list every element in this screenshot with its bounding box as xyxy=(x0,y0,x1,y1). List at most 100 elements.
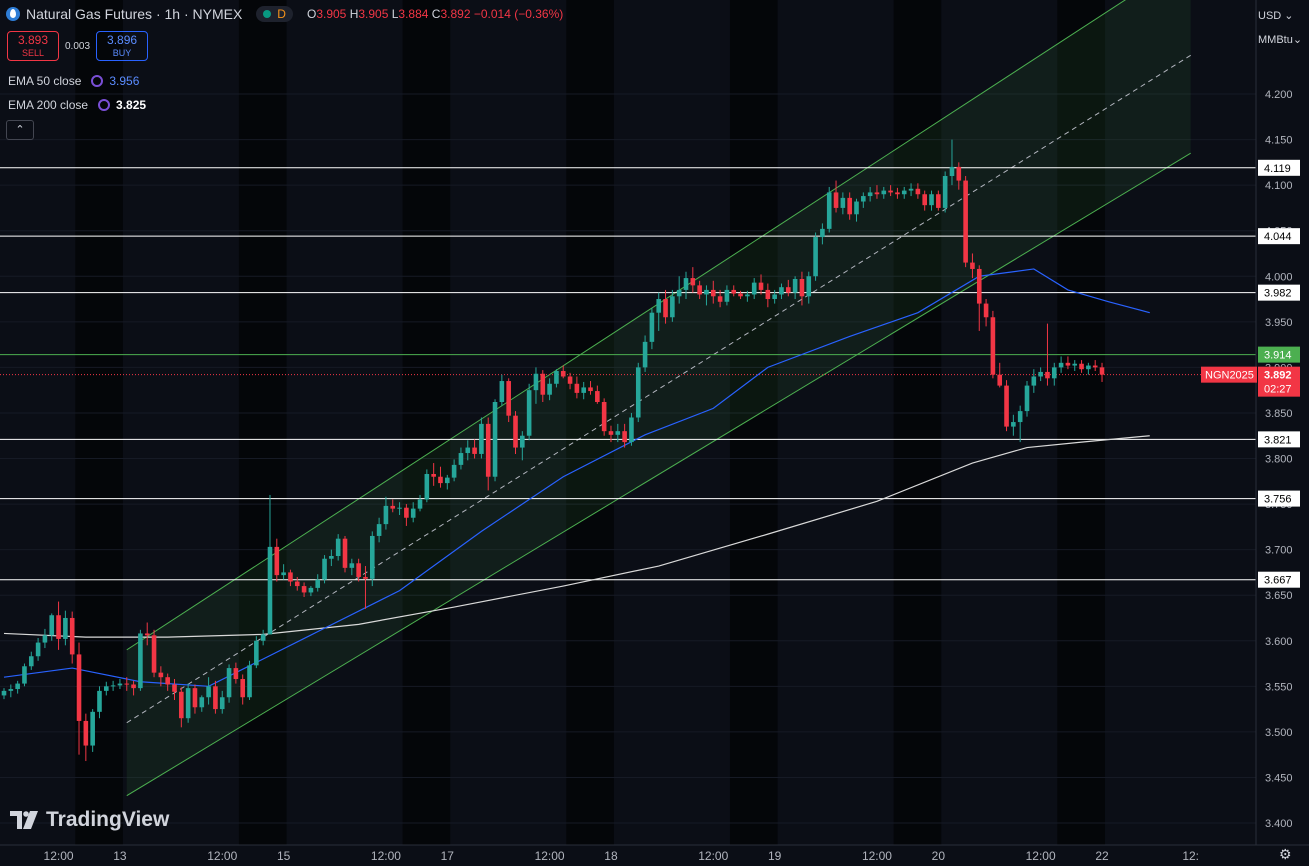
candle-body xyxy=(1024,385,1030,412)
buy-button[interactable]: 3.896 BUY xyxy=(96,31,149,61)
candle-body xyxy=(424,473,430,500)
candle-body xyxy=(847,197,852,215)
candle-body xyxy=(445,477,450,484)
sell-label: SELL xyxy=(21,48,45,58)
y-tick-label: 4.000 xyxy=(1265,271,1293,283)
candle-body xyxy=(342,538,348,568)
loading-icon xyxy=(91,75,104,87)
price-chart[interactable]: 3.4003.4503.5003.5503.6003.6503.7003.750… xyxy=(0,0,1309,866)
candle-body xyxy=(813,237,818,277)
y-tick-label: 3.650 xyxy=(1265,590,1293,602)
candle-body xyxy=(35,642,41,657)
candle-body xyxy=(772,294,777,300)
level-label: 3.756 xyxy=(1264,494,1292,506)
market-status[interactable]: D xyxy=(256,6,293,22)
x-tick-label: 12:00 xyxy=(1026,849,1056,863)
candle-body xyxy=(547,383,552,395)
y-tick-label: 3.950 xyxy=(1265,317,1293,329)
candle-body xyxy=(554,371,559,384)
candle-body xyxy=(104,686,109,691)
candle-body xyxy=(301,586,307,593)
candle-body xyxy=(281,572,286,576)
currency-select[interactable]: USD ⌄ xyxy=(1258,9,1308,22)
y-tick-label: 4.200 xyxy=(1265,89,1293,101)
candle-body xyxy=(158,672,164,678)
symbol-title[interactable]: Natural Gas Futures · 1h · NYMEX xyxy=(26,6,242,22)
candle-body xyxy=(915,188,921,195)
x-tick-label: 12:00 xyxy=(535,849,565,863)
x-tick-label: 22 xyxy=(1095,849,1109,863)
candle-body xyxy=(765,289,771,300)
sell-button[interactable]: 3.893 SELL xyxy=(7,31,59,61)
x-tick-label: 17 xyxy=(441,849,455,863)
ema-50-value: 3.956 xyxy=(109,74,140,88)
ema-200-legend[interactable]: EMA 200 close 3.825 xyxy=(8,98,146,112)
candle-body xyxy=(997,374,1003,386)
ema-200-value: 3.825 xyxy=(116,98,147,112)
candle-body xyxy=(417,499,423,509)
candle-body xyxy=(581,387,586,393)
ema-50-legend[interactable]: EMA 50 close 3.956 xyxy=(8,74,139,88)
candle-body xyxy=(826,192,832,229)
trade-panel: 3.893 SELL 0.003 3.896 BUY xyxy=(7,31,149,61)
candle-body xyxy=(574,383,580,393)
candle-body xyxy=(329,556,334,559)
candle-body xyxy=(895,192,900,195)
candle-body xyxy=(717,296,723,302)
candle-body xyxy=(267,546,273,635)
unit-select[interactable]: MMBtu⌄ xyxy=(1258,33,1308,46)
candle-body xyxy=(349,563,355,568)
candle-body xyxy=(472,447,477,454)
chevron-up-icon[interactable]: ⌃ xyxy=(6,120,34,140)
candle-body xyxy=(76,654,82,721)
candle-body xyxy=(1086,365,1091,370)
candle-body xyxy=(936,194,941,208)
candle-body xyxy=(185,688,191,719)
candle-body xyxy=(42,635,48,643)
buy-price: 3.896 xyxy=(107,33,138,47)
ohlc-readout: O3.905 H3.905 L3.884 C3.892 −0.014 (−0.3… xyxy=(306,7,564,21)
spread-value: 0.003 xyxy=(65,40,91,52)
candle-body xyxy=(656,299,662,313)
candle-body xyxy=(1004,385,1009,427)
candle-body xyxy=(976,268,982,304)
y-tick-label: 3.450 xyxy=(1265,772,1293,784)
candle-body xyxy=(144,633,150,636)
candle-body xyxy=(635,367,641,418)
candle-body xyxy=(199,697,205,708)
candle-body xyxy=(8,689,14,691)
tradingview-logo[interactable]: TradingView xyxy=(10,808,169,832)
candle-body xyxy=(213,686,218,710)
flame-icon xyxy=(6,7,20,21)
buy-label: BUY xyxy=(112,48,132,58)
candle-body xyxy=(1099,367,1105,375)
candle-body xyxy=(165,677,170,685)
candle-body xyxy=(1011,422,1016,427)
candle-body xyxy=(288,572,293,582)
change-value: −0.014 (−0.36%) xyxy=(473,7,564,21)
candle-body xyxy=(247,665,252,698)
candle-body xyxy=(431,473,436,477)
candle-body xyxy=(335,538,341,557)
candle-body xyxy=(608,431,614,435)
candle-body xyxy=(806,276,812,297)
candle-body xyxy=(901,190,907,195)
close-value: 3.892 xyxy=(440,7,471,21)
candle-body xyxy=(670,296,675,318)
candle-body xyxy=(642,341,648,368)
candle-body xyxy=(404,507,409,518)
candle-body xyxy=(1045,371,1050,379)
candle-body xyxy=(397,507,402,509)
candle-body xyxy=(97,690,102,712)
candle-body xyxy=(560,371,566,377)
candle-body xyxy=(867,192,873,197)
x-tick-label: 12: xyxy=(1182,849,1199,863)
time-scale[interactable]: 12:00 13 12:00 15 12:00 17 12:00 18 12:00 19 12:00… xyxy=(0,844,1309,866)
sell-price: 3.893 xyxy=(17,33,49,47)
gear-icon[interactable]: ⚙ xyxy=(1279,846,1292,863)
candle-body xyxy=(90,711,95,746)
candle-body xyxy=(820,228,825,238)
candle-body xyxy=(908,188,914,191)
y-tick-label: 3.550 xyxy=(1265,681,1293,693)
y-tick-label: 3.600 xyxy=(1265,636,1293,648)
